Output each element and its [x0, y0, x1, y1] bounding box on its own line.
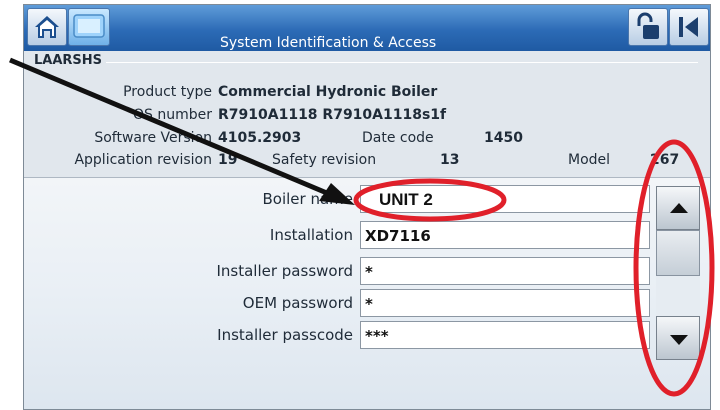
home-icon: [35, 16, 59, 38]
safety-revision-text: 13: [440, 152, 460, 168]
installation-label: Installation: [269, 226, 353, 244]
home-button[interactable]: [27, 8, 67, 46]
boiler-name-label: Boiler name: [262, 190, 353, 208]
access-panel: Boiler name UNIT 2 Installation XD7116 I…: [24, 178, 710, 409]
os-number-label: OS number: [133, 107, 212, 123]
scroll-up-button[interactable]: [656, 186, 700, 230]
monitor-icon: [73, 14, 105, 38]
scrollbar-thumb[interactable]: [656, 230, 700, 276]
product-type-value: Commercial Hydronic Boiler: [218, 84, 437, 100]
product-type-text: Commercial Hydronic Boiler: [218, 84, 438, 100]
application-revision-value: 19: [218, 152, 237, 168]
triangle-down-icon: [670, 335, 688, 345]
installer-password-label: Installer password: [216, 262, 353, 280]
unlock-button[interactable]: [628, 8, 668, 46]
application-revision-text: 19: [218, 152, 238, 168]
group-label: LAARSHS: [34, 53, 107, 68]
model-label: Model: [568, 152, 611, 168]
back-arrow-icon: [679, 17, 698, 37]
application-revision-label: Application revision: [74, 152, 212, 168]
title-bar: System Identification & Access: [24, 5, 710, 51]
oem-password-field[interactable]: *: [360, 289, 650, 317]
identification-panel: LAARSHS Product type Commercial Hydronic…: [24, 51, 710, 178]
screen-button[interactable]: [68, 8, 110, 46]
software-version-value: 4105.2903: [218, 130, 301, 146]
safety-revision-label: Safety revision: [272, 152, 377, 168]
triangle-up-icon: [670, 203, 688, 213]
back-button[interactable]: [669, 8, 709, 46]
software-version-text: 4105.2903: [218, 130, 302, 146]
app-window: System Identification & Access LAARSHS P…: [23, 4, 711, 410]
installation-field[interactable]: XD7116: [360, 221, 650, 249]
os-number-text: R7910A1118 R7910A1118s1f: [218, 107, 447, 123]
installer-passcode-label: Installer passcode: [217, 326, 353, 344]
date-code-value: 1450: [484, 130, 523, 146]
os-number-value: R7910A1118 R7910A1118s1f: [218, 107, 446, 123]
installer-password-field[interactable]: *: [360, 257, 650, 285]
date-code-label: Date code: [362, 130, 434, 146]
model-value: 267: [650, 152, 679, 168]
oem-password-label: OEM password: [242, 294, 353, 312]
scroll-down-button[interactable]: [656, 316, 700, 360]
date-code-text: 1450: [484, 130, 523, 146]
group-divider: [104, 62, 698, 63]
software-version-label: Software Version: [94, 130, 212, 146]
installer-passcode-field[interactable]: ***: [360, 321, 650, 349]
padlock-open-icon: [637, 12, 659, 39]
model-text: 267: [650, 152, 680, 168]
product-type-label: Product type: [123, 84, 212, 100]
safety-revision-value: 13: [440, 152, 459, 168]
boiler-name-field[interactable]: UNIT 2: [360, 185, 650, 213]
window-title: System Identification & Access: [220, 35, 437, 51]
